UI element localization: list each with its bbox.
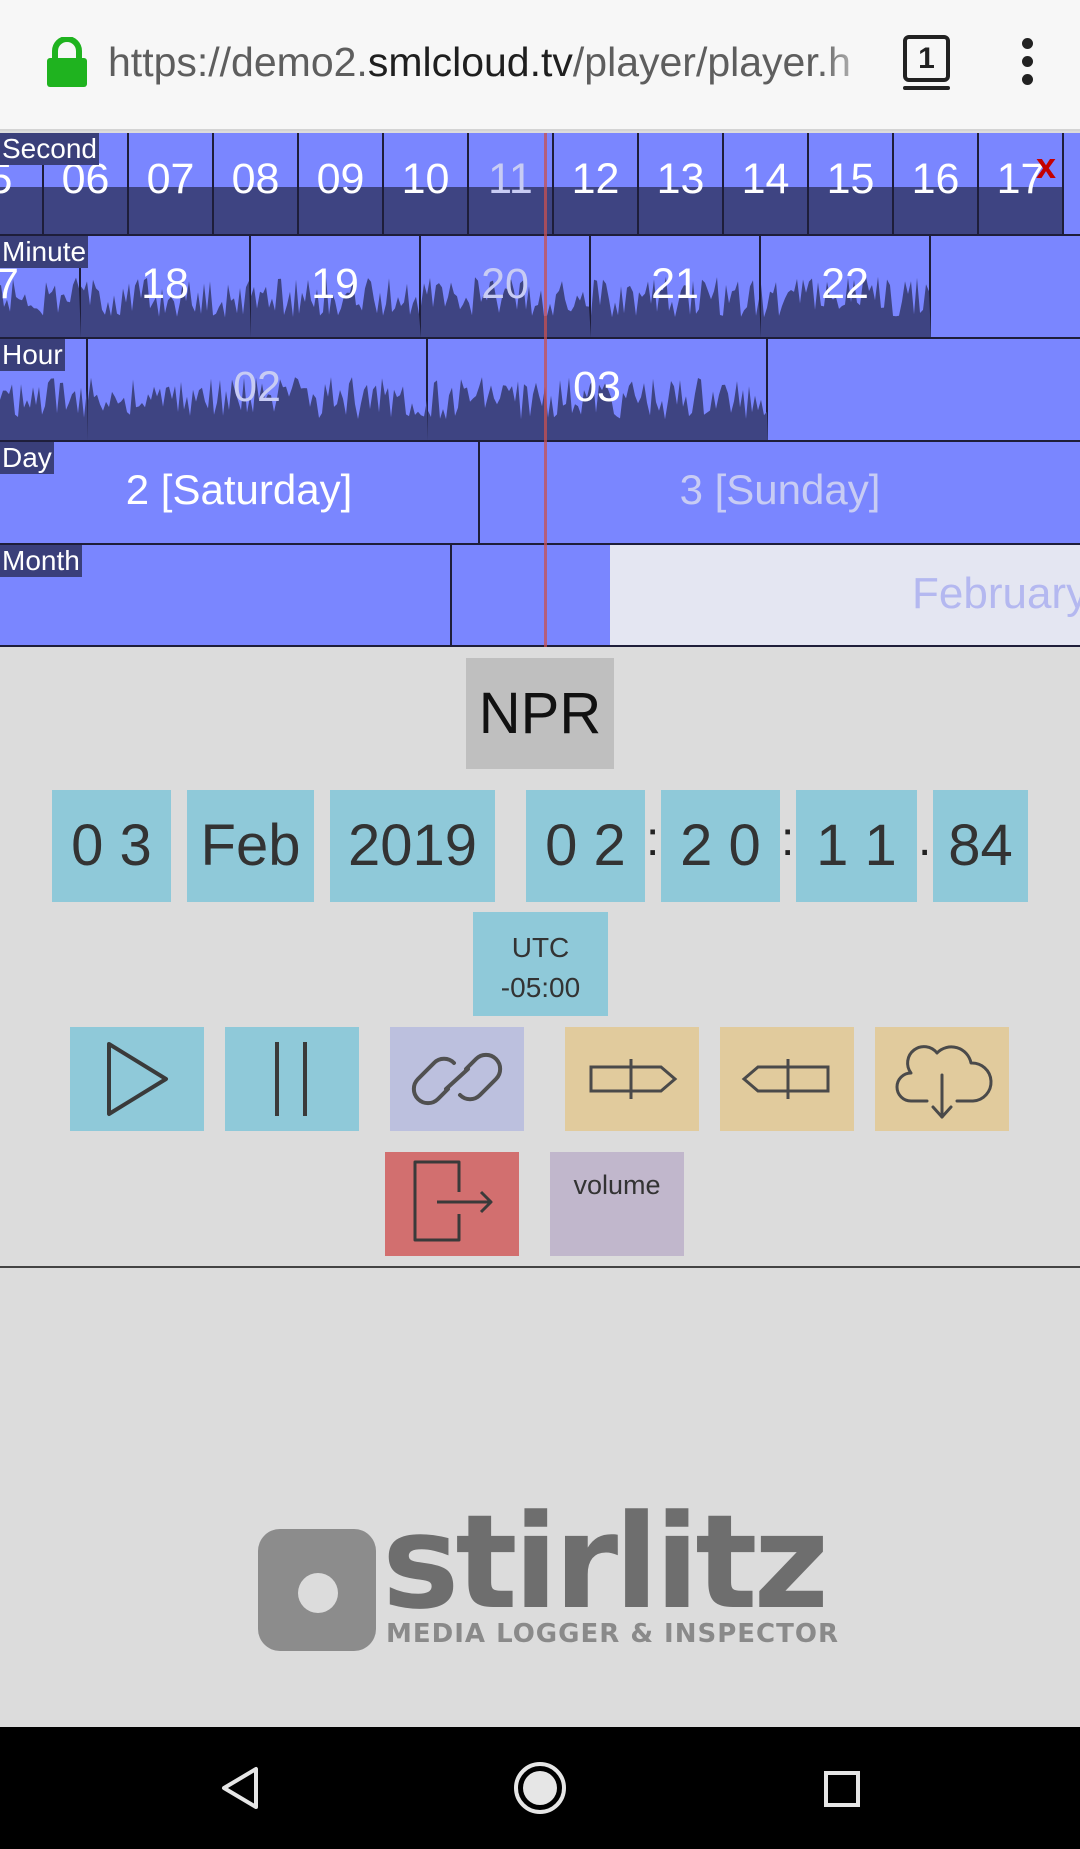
timezone-offset: -05:00	[500, 972, 581, 1003]
time-separator: :	[646, 813, 660, 866]
date-year[interactable]: 2019	[330, 790, 495, 902]
row-label-day: Day	[0, 442, 54, 474]
system-navigation-bar	[0, 1727, 1080, 1849]
second-cell-label: 09	[316, 155, 365, 203]
close-icon[interactable]: x	[1036, 148, 1056, 184]
tab-switcher-button[interactable]: 1	[903, 35, 950, 90]
second-cell[interactable]: 11	[469, 133, 554, 235]
second-cell[interactable]: 08	[214, 133, 299, 235]
row-label-minute: Minute	[0, 236, 89, 268]
minute-cell-label: 21	[651, 260, 699, 308]
minute-cell[interactable]: 19	[251, 236, 421, 338]
time-minute[interactable]: 2 0	[661, 790, 780, 902]
mark-in-button[interactable]	[565, 1027, 699, 1131]
second-cell[interactable]: 16	[894, 133, 979, 235]
second-cell[interactable]: 10	[384, 133, 469, 235]
minute-cell[interactable]: 18	[81, 236, 251, 338]
panel-divider	[0, 1266, 1080, 1268]
timeline-row-day[interactable]: Day 2 [Saturday] 3 [Sunday]	[0, 442, 1080, 544]
recents-icon[interactable]	[820, 1727, 870, 1849]
volume-label: volume	[573, 1170, 661, 1200]
link-icon	[411, 1052, 503, 1106]
lock-icon	[47, 37, 87, 87]
playhead[interactable]	[544, 133, 547, 647]
logo-mark	[258, 1529, 376, 1651]
timeline-row-month[interactable]: Month February	[0, 545, 1080, 647]
mark-out-button[interactable]	[720, 1027, 854, 1131]
second-cell[interactable]: 12	[554, 133, 639, 235]
month-cell[interactable]	[452, 545, 610, 647]
second-cell-label: 13	[656, 155, 705, 203]
day-cell[interactable]: 3 [Sunday]	[480, 442, 1080, 544]
minute-cell[interactable]: 20	[421, 236, 591, 338]
row-label-month: Month	[0, 545, 82, 577]
arrow-sign-right-icon	[589, 1059, 678, 1099]
second-cell-label: 11	[488, 155, 533, 203]
channel-name: NPR	[466, 658, 614, 769]
minute-cell[interactable]: 21	[591, 236, 761, 338]
timezone-selector[interactable]: UTC -05:00	[473, 912, 608, 1016]
hour-cell-label: 02	[233, 363, 281, 411]
hour-cell-label: 03	[573, 363, 621, 411]
time-hour[interactable]: 0 2	[526, 790, 645, 902]
row-label-second: Second	[0, 133, 99, 165]
second-cell-label: 07	[146, 155, 195, 203]
overflow-menu-icon[interactable]	[1008, 38, 1048, 88]
play-icon	[107, 1042, 168, 1116]
exit-icon	[413, 1160, 493, 1242]
second-cell[interactable]: 14	[724, 133, 809, 235]
second-cell-label: 15	[826, 155, 875, 203]
play-button[interactable]	[70, 1027, 204, 1131]
browser-url-bar: https://demo2.smlcloud.tv/player/player.…	[0, 0, 1080, 131]
hour-cell[interactable]: 03	[428, 339, 768, 441]
download-button[interactable]	[875, 1027, 1009, 1131]
logo-tagline: MEDIA LOGGER & INSPECTOR	[386, 1619, 839, 1649]
time-separator: .	[918, 813, 932, 866]
link-button[interactable]	[390, 1027, 524, 1131]
minute-cell[interactable]: 22	[761, 236, 931, 338]
volume-button[interactable]: volume	[550, 1152, 684, 1256]
hour-cell[interactable]: 02	[88, 339, 428, 441]
second-cell-label: 16	[911, 155, 960, 203]
timeline-row-hour[interactable]: Hour 010203	[0, 339, 1080, 441]
timeline-row-minute[interactable]: Minute 171819202122	[0, 236, 1080, 338]
day-cell[interactable]: 2 [Saturday]	[0, 442, 480, 544]
second-cell-label: 10	[401, 155, 450, 203]
time-fraction[interactable]: 84	[933, 790, 1028, 902]
pause-button[interactable]	[225, 1027, 359, 1131]
time-separator: :	[781, 813, 795, 866]
minute-cell-label: 18	[141, 260, 189, 308]
minute-cell-label: 20	[481, 260, 529, 308]
address-field[interactable]: https://demo2.smlcloud.tv/player/player.…	[108, 32, 874, 92]
back-icon[interactable]	[216, 1727, 266, 1849]
time-second[interactable]: 1 1	[796, 790, 917, 902]
stirlitz-logo: stirlitz MEDIA LOGGER & INSPECTOR	[258, 1487, 838, 1651]
cloud-download-icon	[895, 1045, 993, 1119]
second-cell[interactable]: 07	[129, 133, 214, 235]
second-cell-label: 14	[741, 155, 790, 203]
row-label-hour: Hour	[0, 339, 65, 371]
second-cell[interactable]: 15	[809, 133, 894, 235]
timeline[interactable]: Second 5 06 07 08 09 10 11 12 13 14 15 16 17 x Minut…	[0, 133, 1080, 647]
second-cell-label: 12	[571, 155, 620, 203]
minute-cell-label: 22	[821, 260, 869, 308]
home-icon[interactable]	[510, 1727, 570, 1849]
second-cell[interactable]: 09	[299, 133, 384, 235]
date-month[interactable]: Feb	[187, 790, 314, 902]
arrow-sign-left-icon	[741, 1059, 830, 1099]
minute-cell-label: 19	[311, 260, 359, 308]
date-day[interactable]: 0 3	[52, 790, 171, 902]
timeline-row-second[interactable]: Second 5 06 07 08 09 10 11 12 13 14 15 16 17 x	[0, 133, 1080, 235]
logo-wordmark: stirlitz	[382, 1486, 829, 1638]
month-cell-february[interactable]: February	[610, 545, 1080, 647]
timezone-label: UTC	[511, 932, 570, 963]
second-cell-label: 08	[231, 155, 280, 203]
second-cell[interactable]: 13	[639, 133, 724, 235]
exit-button[interactable]	[385, 1152, 519, 1256]
pause-icon	[275, 1042, 307, 1116]
